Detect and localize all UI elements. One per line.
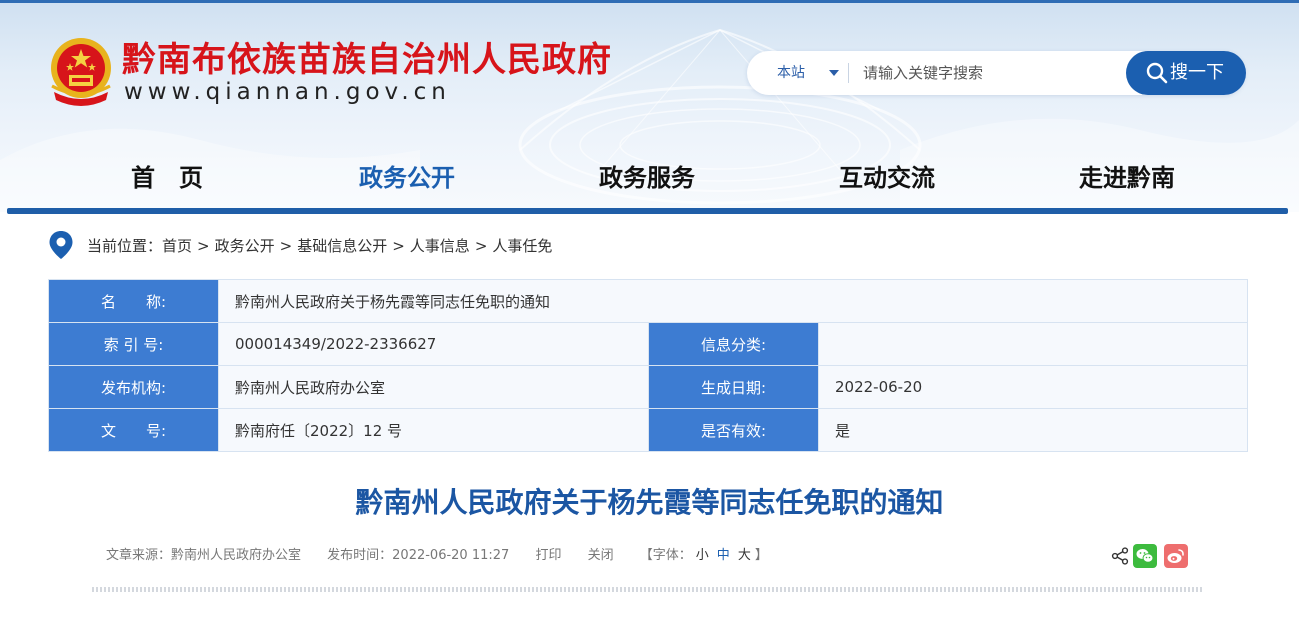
breadcrumb-separator: > [279,237,293,255]
index-number-label: 索 引 号: [48,322,219,366]
category-value [818,322,1248,366]
breadcrumb-item-appointments[interactable]: 人事任免 [492,237,552,255]
generated-date-value: 2022-06-20 [818,365,1248,409]
search-box: 本站 搜一下 [747,51,1246,95]
site-header: 黔南布依族苗族自治州人民政府 www.qiannan.gov.cn 本站 搜一下… [0,0,1299,212]
publisher-label: 发布机构: [48,365,219,409]
index-number-value: 000014349/2022-2336627 [218,322,649,366]
search-button-label: 搜一下 [1170,62,1224,83]
publisher-value: 黔南州人民政府办公室 [218,365,649,409]
site-title[interactable]: 黔南布依族苗族自治州人民政府 [122,38,612,82]
article-source: 文章来源：黔南州人民政府办公室 [106,548,302,563]
table-row: 索 引 号: 000014349/2022-2336627 信息分类: [48,322,1248,366]
search-button[interactable]: 搜一下 [1126,51,1246,95]
nav-bottom-bar [7,208,1288,214]
font-size-suffix: 】 [754,548,768,563]
article-meta: 文章来源：黔南州人民政府办公室 发布时间：2022-06-20 11:27 打印… [106,546,768,566]
document-info-table: 名 称: 黔南州人民政府关于杨先霞等同志任免职的通知 索 引 号: 000014… [48,279,1248,452]
validity-value: 是 [818,408,1248,452]
font-size-medium-button[interactable]: 中 [717,548,730,563]
share-icon[interactable] [1111,547,1129,569]
nav-item-home[interactable]: 首 页 [67,156,267,200]
print-button[interactable]: 打印 [535,548,561,563]
table-row: 文 号: 黔南府任〔2022〕12 号 是否有效: 是 [48,408,1248,452]
search-icon [1146,62,1168,84]
close-button[interactable]: 关闭 [588,548,614,563]
article-title: 黔南州人民政府关于杨先霞等同志任免职的通知 [355,486,944,519]
search-input[interactable] [863,59,1113,87]
breadcrumb-item-home[interactable]: 首页 [162,237,192,255]
name-label: 名 称: [48,279,219,323]
font-size-large-button[interactable]: 大 [738,548,751,563]
nav-item-interaction[interactable]: 互动交流 [787,156,987,200]
font-size-small-button[interactable]: 小 [696,548,709,563]
wechat-icon[interactable] [1133,544,1157,572]
chevron-down-icon[interactable] [829,70,839,76]
location-pin-icon [49,231,73,259]
meta-divider [92,587,1202,592]
table-row: 发布机构: 黔南州人民政府办公室 生成日期: 2022-06-20 [48,365,1248,409]
breadcrumb-separator: > [197,237,210,255]
table-row: 名 称: 黔南州人民政府关于杨先霞等同志任免职的通知 [48,279,1248,323]
breadcrumb-item-personnel-info[interactable]: 人事信息 [410,237,470,255]
breadcrumb-separator: > [392,237,405,255]
validity-label: 是否有效: [648,408,819,452]
breadcrumb-item-government-affairs[interactable]: 政务公开 [215,237,275,255]
generated-date-label: 生成日期: [648,365,819,409]
breadcrumb-prefix: 当前位置： [87,237,163,255]
document-number-value: 黔南府任〔2022〕12 号 [218,408,649,452]
document-number-label: 文 号: [48,408,219,452]
search-divider [848,63,849,83]
nav-item-about-qiannan[interactable]: 走进黔南 [1027,156,1227,200]
site-url: www.qiannan.gov.cn [124,79,451,105]
font-size-prefix: 【字体： [639,548,692,563]
breadcrumb-text: 当前位置：首页 > 政务公开 > 基础信息公开 > 人事信息 > 人事任免 [87,235,552,256]
nav-item-government-affairs-disclosure[interactable]: 政务公开 [307,156,507,200]
name-value: 黔南州人民政府关于杨先霞等同志任免职的通知 [218,279,1248,323]
breadcrumb-separator: > [474,237,488,255]
search-scope-select[interactable]: 本站 [777,51,805,95]
national-emblem-icon [51,38,111,106]
category-label: 信息分类: [648,322,819,366]
breadcrumb-item-basic-info[interactable]: 基础信息公开 [297,237,387,255]
font-size-selector: 【字体： 小中大】 [640,548,768,563]
weibo-icon[interactable] [1164,544,1188,572]
nav-item-government-services[interactable]: 政务服务 [547,156,747,200]
article-publish-time: 发布时间：2022-06-20 11:27 [327,548,510,563]
